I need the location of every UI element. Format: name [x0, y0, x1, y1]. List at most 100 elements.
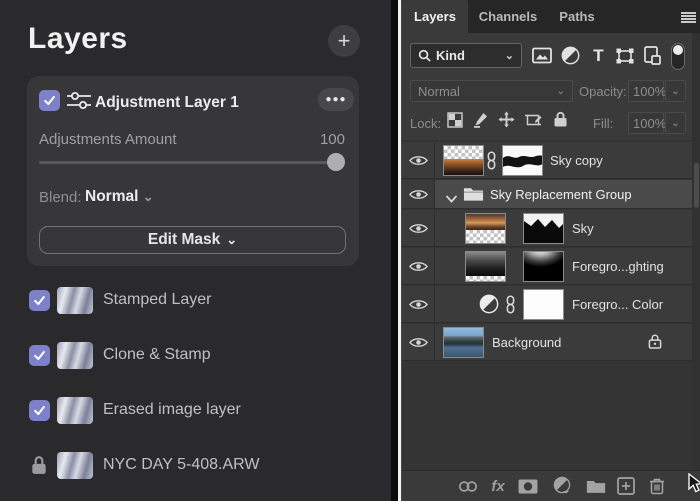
add-layer-button[interactable]: + — [328, 25, 360, 57]
layer-row-sky-replacement-group[interactable]: Sky Replacement Group — [402, 180, 700, 209]
layer-thumbnail[interactable] — [465, 213, 506, 244]
delete-layer-icon[interactable] — [647, 476, 667, 496]
lock-transparent-pixels-icon[interactable] — [447, 111, 463, 133]
layer-row-sky[interactable]: Sky — [402, 210, 700, 247]
layer-row-stamped[interactable]: Stamped Layer — [0, 283, 391, 319]
layer-list: Sky copy Sky Replacement Group Sky Foreg… — [402, 140, 700, 470]
mouse-cursor-icon — [685, 473, 700, 494]
tab-channels[interactable]: Channels — [468, 0, 548, 33]
tab-label: Layers — [414, 9, 456, 24]
type-layers-filter-icon[interactable]: T — [588, 45, 609, 66]
layer-name: Clone & Stamp — [103, 346, 211, 363]
layer-thumbnail[interactable] — [465, 251, 506, 282]
amount-slider-track[interactable] — [39, 161, 345, 164]
smart-object-filter-icon[interactable] — [642, 45, 663, 66]
blend-mode-dropdown[interactable]: Normal ⌄ — [85, 188, 154, 206]
tab-layers[interactable]: Layers — [402, 0, 468, 33]
layer-row-clone-stamp[interactable]: Clone & Stamp — [0, 338, 391, 374]
visibility-toggle[interactable] — [402, 248, 435, 284]
layer-visibility-checkbox[interactable] — [29, 345, 50, 366]
opacity-value-field[interactable]: 100% — [628, 80, 667, 102]
layer-mask-thumbnail[interactable] — [502, 145, 543, 176]
plus-icon: + — [337, 28, 351, 53]
layer-row-sky-copy[interactable]: Sky copy — [402, 142, 700, 179]
lock-icon — [31, 455, 47, 480]
layer-mask-thumbnail[interactable] — [523, 251, 564, 282]
amount-slider-thumb[interactable] — [327, 153, 345, 171]
left-layers-panel: Layers + Adjustment Layer 1 ●●● Adjustme… — [0, 0, 391, 501]
fill-value-field[interactable]: 100% — [628, 112, 666, 134]
opacity-chevron-button[interactable]: ⌄ — [665, 80, 686, 102]
layers-footer-toolbar: fx — [402, 470, 700, 501]
fill-chevron-button[interactable]: ⌄ — [665, 112, 686, 134]
adjustment-layers-filter-icon[interactable] — [560, 45, 581, 66]
layer-row-foreground-lighting[interactable]: Foregro...ghting — [402, 248, 700, 285]
add-mask-icon[interactable] — [518, 476, 538, 496]
filter-toggle-switch[interactable] — [671, 43, 685, 70]
layer-name: Foregro... Color — [572, 297, 664, 312]
visibility-toggle[interactable] — [402, 286, 435, 322]
scrollbar[interactable] — [692, 33, 700, 470]
visibility-toggle[interactable] — [402, 324, 435, 360]
group-folder-icon — [463, 186, 484, 207]
layer-row-background[interactable]: Background — [402, 324, 700, 361]
background-lock-icon[interactable] — [648, 333, 662, 355]
mask-link-icon[interactable] — [486, 151, 497, 175]
adjustments-amount-label: Adjustments Amount — [39, 131, 177, 148]
layer-thumbnail — [57, 397, 93, 424]
group-expand-chevron-icon[interactable] — [446, 190, 457, 208]
layer-mask-thumbnail[interactable] — [523, 289, 564, 320]
new-adjustment-layer-icon[interactable] — [553, 476, 573, 496]
blend-mode-dropdown[interactable]: Normal ⌄ — [410, 80, 573, 102]
layer-thumbnail — [57, 342, 93, 369]
chevron-down-icon: ⌄ — [556, 85, 565, 97]
layer-row-foreground-color[interactable]: Foregro... Color — [402, 286, 700, 323]
more-options-button[interactable]: ●●● — [318, 88, 354, 111]
layer-thumbnail[interactable] — [443, 145, 484, 176]
mask-link-icon[interactable] — [505, 295, 516, 319]
visibility-toggle[interactable] — [402, 180, 435, 208]
layer-mask-thumbnail[interactable] — [523, 213, 564, 244]
type-glyph: T — [593, 45, 604, 65]
eye-icon — [408, 223, 428, 233]
chevron-down-icon: ⌄ — [671, 117, 680, 129]
new-group-icon[interactable] — [586, 476, 606, 496]
lock-image-pixels-icon[interactable] — [473, 112, 488, 133]
panel-menu-icon[interactable] — [681, 12, 696, 23]
adjustment-layer-card: Adjustment Layer 1 ●●● Adjustments Amoun… — [27, 76, 359, 266]
layer-thumbnail — [57, 452, 93, 479]
lock-position-icon[interactable] — [498, 111, 515, 133]
tab-paths[interactable]: Paths — [548, 0, 606, 33]
layer-name: NYC DAY 5-408.ARW — [103, 456, 260, 473]
chevron-down-icon: ⌄ — [671, 85, 680, 97]
adjustment-layer-icon[interactable] — [479, 294, 499, 319]
adjustment-layer-visibility-checkbox[interactable] — [39, 90, 60, 111]
layer-row-erased[interactable]: Erased image layer — [0, 393, 391, 429]
visibility-toggle[interactable] — [402, 210, 435, 246]
eye-icon — [408, 155, 428, 165]
visibility-toggle[interactable] — [402, 142, 435, 178]
filter-kind-dropdown[interactable]: Kind ⌄ — [410, 43, 522, 68]
layer-visibility-checkbox[interactable] — [29, 290, 50, 311]
adjustment-layer-name[interactable]: Adjustment Layer 1 — [95, 94, 239, 112]
layer-effects-icon[interactable]: fx — [488, 476, 508, 496]
new-layer-icon[interactable] — [616, 476, 636, 496]
adjustments-amount-value: 100 — [319, 131, 345, 148]
edit-mask-button[interactable]: Edit Mask ⌄ — [39, 226, 346, 254]
lock-all-icon[interactable] — [553, 111, 568, 133]
lock-artboard-icon[interactable] — [525, 112, 543, 133]
layer-visibility-checkbox[interactable] — [29, 400, 50, 421]
layer-row-nyc-raw[interactable]: NYC DAY 5-408.ARW — [0, 448, 391, 484]
shape-layers-filter-icon[interactable] — [614, 45, 635, 66]
layer-thumbnail[interactable] — [443, 327, 484, 358]
fx-label: fx — [491, 477, 505, 495]
check-icon — [34, 350, 45, 361]
tab-label: Channels — [478, 9, 538, 24]
pixel-layers-filter-icon[interactable] — [531, 45, 552, 66]
chevron-down-icon: ⌄ — [142, 189, 154, 204]
kind-label: Kind — [436, 48, 465, 63]
link-layers-icon[interactable] — [458, 476, 478, 496]
scrollbar-thumb[interactable] — [694, 163, 699, 208]
eye-icon — [408, 261, 428, 271]
opacity-value: 100% — [633, 83, 667, 99]
